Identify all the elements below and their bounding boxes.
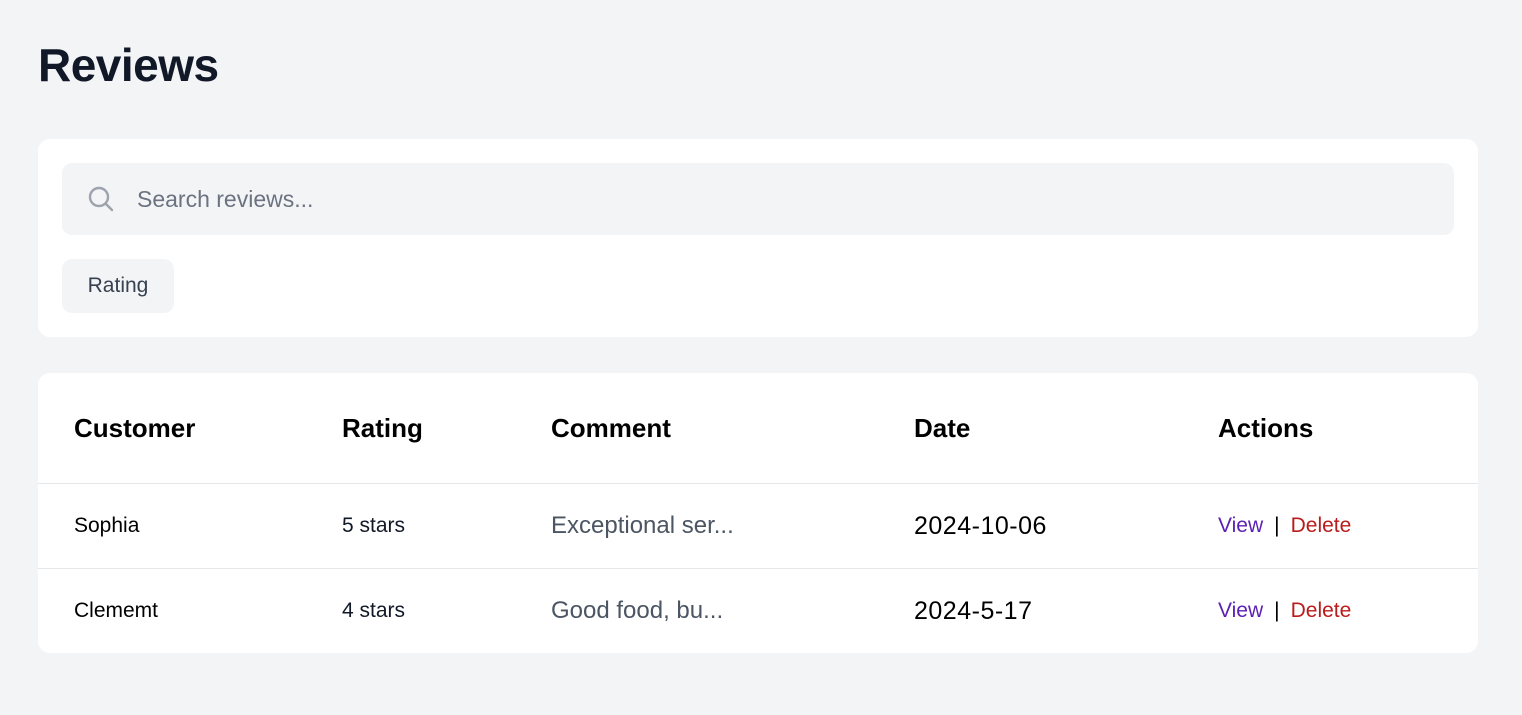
search-icon [87,185,115,213]
table-row: Clememt 4 stars Good food, bu... 2024-5-… [38,569,1478,653]
column-header-rating: Rating [342,412,423,443]
view-link[interactable]: View [1218,514,1263,538]
customer-name: Sophia [74,514,140,537]
rating-value: 5 stars [342,514,406,537]
comment-preview: Good food, bu... [551,597,724,624]
table-header-row: Customer Rating Comment Date Actions [38,373,1478,484]
action-separator: | [1274,599,1280,622]
search-box[interactable] [62,163,1454,235]
comment-preview: Exceptional ser... [551,512,734,539]
column-header-date: Date [914,412,971,443]
customer-name: Clememt [74,599,159,622]
table-row: Sophia 5 stars Exceptional ser... 2024-1… [38,484,1478,569]
delete-link[interactable]: Delete [1291,599,1352,623]
column-header-customer: Customer [74,412,196,443]
delete-link[interactable]: Delete [1291,514,1352,538]
review-date: 2024-5-17 [914,596,1033,625]
search-input[interactable] [135,178,1439,220]
rating-filter-button[interactable]: Rating [62,259,174,313]
page-title: Reviews [38,39,219,91]
row-actions: View | Delete [1218,569,1351,653]
row-actions: View | Delete [1218,484,1351,568]
column-header-actions: Actions [1218,412,1314,443]
action-separator: | [1274,514,1280,537]
rating-value: 4 stars [342,599,406,622]
column-header-comment: Comment [551,412,671,443]
filter-panel: Rating [38,139,1478,337]
reviews-table: Customer Rating Comment Date Actions Sop… [38,373,1478,653]
view-link[interactable]: View [1218,599,1263,623]
review-date: 2024-10-06 [914,511,1047,540]
